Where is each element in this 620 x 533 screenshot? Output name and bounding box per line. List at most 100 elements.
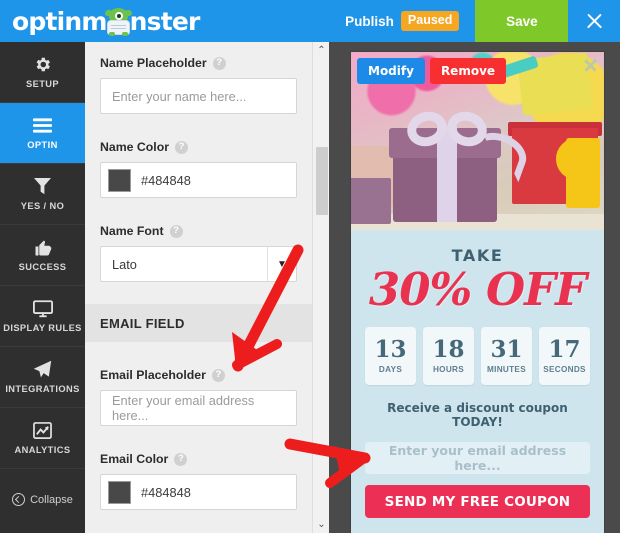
paper-plane-icon xyxy=(33,359,52,380)
countdown-unit-seconds: 17 SECONDS xyxy=(539,327,590,386)
email-color-input[interactable]: #484848 xyxy=(100,474,297,510)
close-builder-button[interactable] xyxy=(568,0,620,42)
modify-image-button[interactable]: Modify xyxy=(357,58,425,84)
offer-headline[interactable]: 30% OFF xyxy=(365,266,590,314)
funnel-icon xyxy=(34,176,51,197)
sidebar-item-success[interactable]: SUCCESS xyxy=(0,225,85,286)
countdown-value: 18 xyxy=(432,336,465,364)
name-font-value: Lato xyxy=(112,256,137,272)
countdown-timer[interactable]: 13 DAYS 18 HOURS 31 MINUTES 17 SECONDS xyxy=(365,327,590,386)
popup-body: TAKE 30% OFF 13 DAYS 18 HOURS 31 MINUTES xyxy=(351,230,604,519)
countdown-label: HOURS xyxy=(432,365,465,375)
sidebar-item-label: YES / NO xyxy=(20,201,65,212)
name-placeholder-label-row: Name Placeholder ? xyxy=(100,56,297,70)
section-header-email-field: EMAIL FIELD xyxy=(85,304,312,342)
monster-icon xyxy=(103,7,133,36)
color-swatch[interactable] xyxy=(108,480,131,504)
hamburger-icon xyxy=(33,115,52,136)
scroll-up-icon[interactable]: ⌃ xyxy=(313,42,330,59)
campaign-preview-pane: Modify Remove TAKE 30% OFF 13 DAYS 18 HO… xyxy=(329,42,620,533)
publish-label: Publish xyxy=(345,13,394,29)
field-name-font: Name Font ? Lato ▼ xyxy=(85,224,312,282)
name-color-label: Name Color xyxy=(100,140,170,154)
field-name-color: Name Color ? #484848 xyxy=(85,140,312,198)
sidebar-item-analytics[interactable]: ANALYTICS xyxy=(0,408,85,469)
settings-form-panel: Name Placeholder ? Enter your name here.… xyxy=(85,42,312,533)
sidebar-item-display-rules[interactable]: DISPLAY RULES xyxy=(0,286,85,347)
publish-button[interactable]: Publish Paused xyxy=(325,0,476,42)
scrollbar-thumb[interactable] xyxy=(315,147,328,215)
email-placeholder-label-row: Email Placeholder ? xyxy=(100,368,297,382)
countdown-value: 13 xyxy=(374,336,407,364)
collapse-sidebar-button[interactable]: Collapse xyxy=(0,493,85,506)
help-icon[interactable]: ? xyxy=(212,56,226,70)
help-icon[interactable]: ? xyxy=(174,452,188,466)
countdown-label: MINUTES xyxy=(487,365,526,375)
preview-email-input[interactable]: Enter your email address here... xyxy=(365,442,590,475)
close-icon[interactable] xyxy=(583,57,598,72)
countdown-unit-days: 13 DAYS xyxy=(365,327,416,386)
countdown-label: DAYS xyxy=(378,365,403,375)
sidebar-item-label: OPTIN xyxy=(27,140,58,151)
section-header-label: EMAIL FIELD xyxy=(100,315,185,331)
app-logo[interactable]: optinm nster xyxy=(0,0,325,42)
status-badge[interactable]: Paused xyxy=(400,11,460,31)
name-font-label-row: Name Font ? xyxy=(100,224,297,238)
close-icon xyxy=(585,12,604,31)
gear-icon xyxy=(33,54,52,75)
field-name-placeholder: Name Placeholder ? Enter your name here.… xyxy=(85,56,312,114)
name-color-input[interactable]: #484848 xyxy=(100,162,297,198)
sidebar-item-label: INTEGRATIONS xyxy=(5,384,80,395)
sidebar-item-setup[interactable]: SETUP xyxy=(0,42,85,103)
name-font-label: Name Font xyxy=(100,224,164,238)
color-swatch[interactable] xyxy=(108,168,131,192)
save-button[interactable]: Save xyxy=(475,0,569,42)
email-color-label: Email Color xyxy=(100,452,169,466)
email-placeholder-label: Email Placeholder xyxy=(100,368,206,382)
sidebar-item-label: SETUP xyxy=(26,79,59,90)
sidebar-item-yes-no[interactable]: YES / NO xyxy=(0,164,85,225)
form-panel-scrollbar[interactable]: ⌃ ⌄ xyxy=(312,42,329,533)
email-color-value: #484848 xyxy=(141,484,191,500)
help-icon[interactable]: ? xyxy=(169,224,183,238)
email-color-label-row: Email Color ? xyxy=(100,452,297,466)
subheadline[interactable]: Receive a discount coupon TODAY! xyxy=(365,401,590,429)
field-email-color: Email Color ? #484848 xyxy=(85,452,312,510)
countdown-unit-hours: 18 HOURS xyxy=(423,327,474,386)
name-placeholder-label: Name Placeholder xyxy=(100,56,207,70)
sidebar-item-label: DISPLAY RULES xyxy=(3,323,82,334)
chevron-down-icon[interactable]: ▼ xyxy=(267,247,296,281)
countdown-value: 31 xyxy=(490,336,523,364)
countdown-unit-minutes: 31 MINUTES xyxy=(481,327,532,386)
optinmonster-campaign-builder: optinm nster Publish Paused Save SETUP O… xyxy=(0,0,620,533)
top-bar: optinm nster Publish Paused Save xyxy=(0,0,620,42)
logo-text-after: nster xyxy=(129,6,201,36)
monitor-icon xyxy=(32,298,53,319)
sidebar-item-optin[interactable]: OPTIN xyxy=(0,103,85,164)
help-icon[interactable]: ? xyxy=(175,140,189,154)
help-icon[interactable]: ? xyxy=(211,368,225,382)
left-sidebar: SETUP OPTIN YES / NO SUCCESS DISPLAY RUL… xyxy=(0,42,85,533)
hero-image-toolbar: Modify Remove xyxy=(357,58,507,84)
name-color-value: #484848 xyxy=(141,172,191,188)
name-font-select[interactable]: Lato ▼ xyxy=(100,246,297,282)
preview-submit-button[interactable]: SEND MY FREE COUPON xyxy=(365,485,590,519)
field-email-placeholder: Email Placeholder ? Enter your email add… xyxy=(85,368,312,426)
sidebar-item-integrations[interactable]: INTEGRATIONS xyxy=(0,347,85,408)
name-color-label-row: Name Color ? xyxy=(100,140,297,154)
name-placeholder-input[interactable]: Enter your name here... xyxy=(100,78,297,114)
remove-image-button[interactable]: Remove xyxy=(429,58,507,84)
thumbs-up-icon xyxy=(34,237,52,258)
sidebar-item-label: SUCCESS xyxy=(18,262,67,273)
email-placeholder-input[interactable]: Enter your email address here... xyxy=(100,390,297,426)
chart-line-icon xyxy=(33,420,52,441)
optin-popup-preview: Modify Remove TAKE 30% OFF 13 DAYS 18 HO… xyxy=(351,52,604,533)
collapse-label: Collapse xyxy=(30,493,73,506)
scroll-down-icon[interactable]: ⌄ xyxy=(313,516,330,533)
hero-image[interactable]: Modify Remove xyxy=(351,52,604,230)
save-label: Save xyxy=(506,13,538,29)
countdown-label: SECONDS xyxy=(543,365,586,375)
arrow-left-circle-icon xyxy=(12,493,26,506)
countdown-value: 17 xyxy=(548,336,581,364)
sidebar-item-label: ANALYTICS xyxy=(14,445,71,456)
